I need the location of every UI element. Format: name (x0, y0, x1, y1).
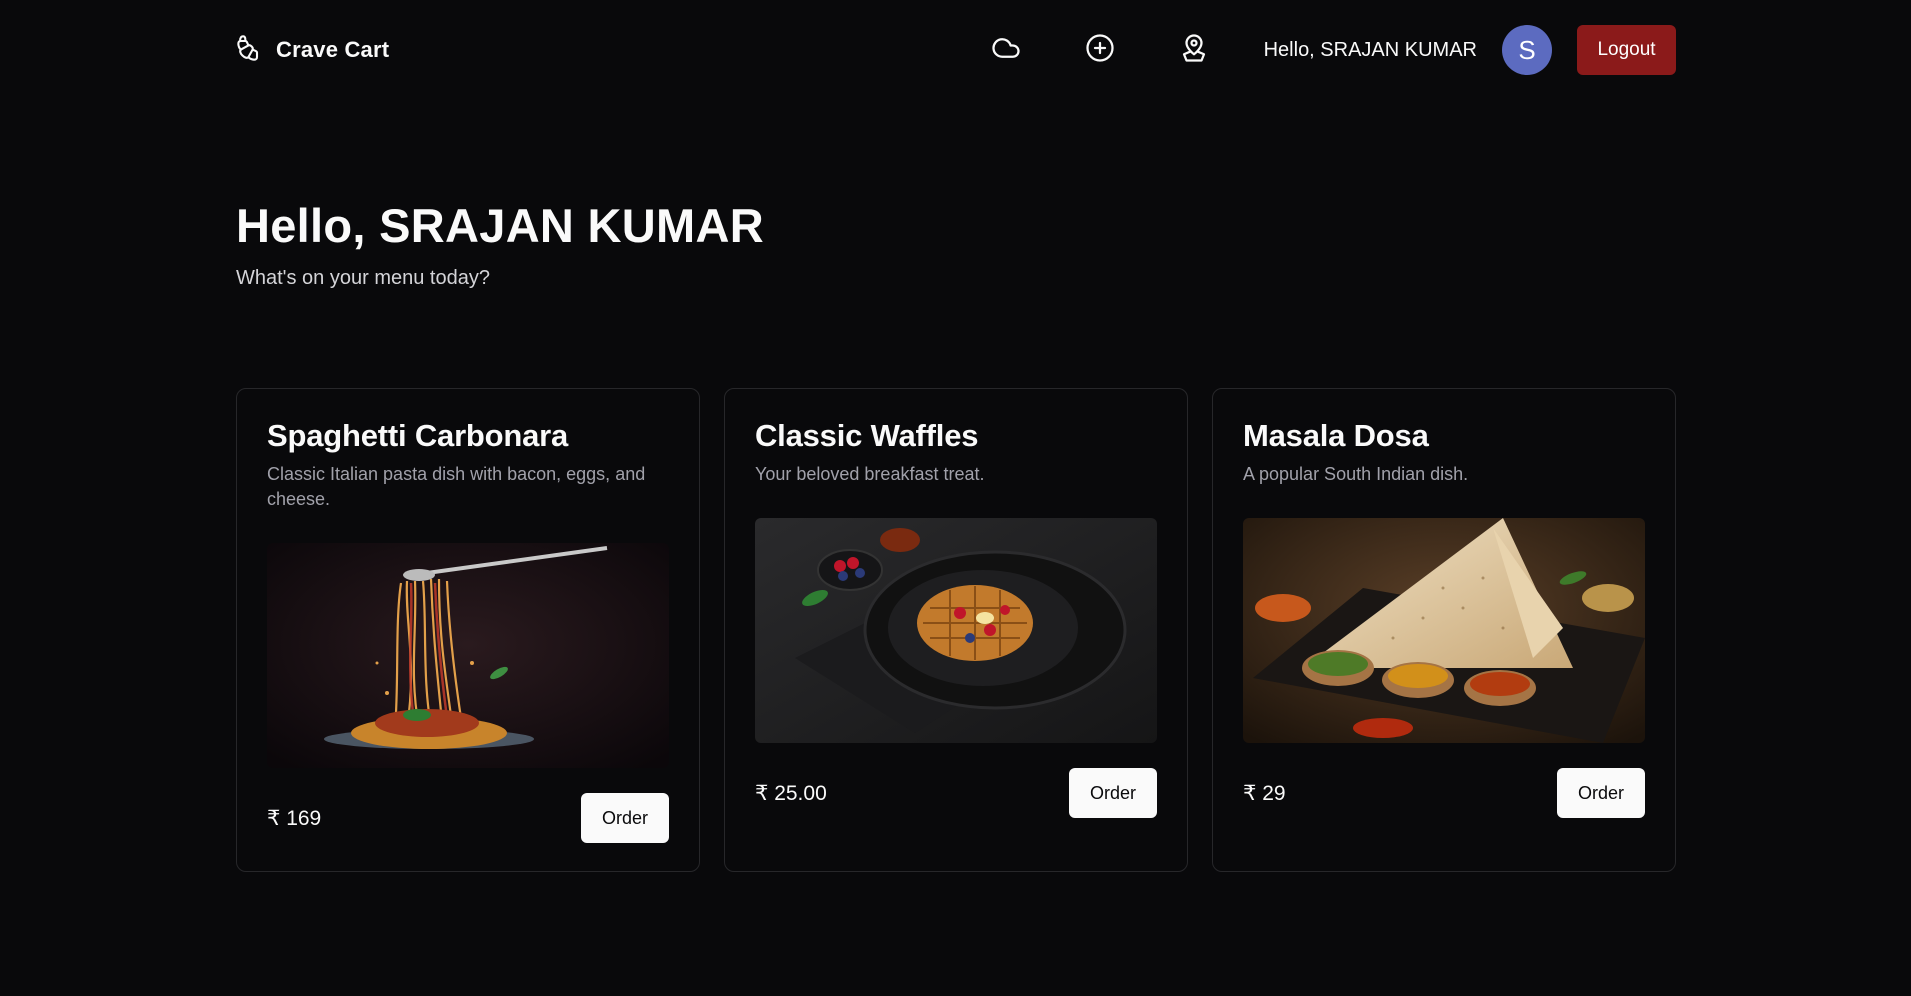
food-image (267, 543, 669, 768)
plus-circle-icon (1085, 33, 1115, 68)
add-item-button[interactable] (1076, 26, 1124, 74)
user-greeting: Hello, SRAJAN KUMAR (1263, 38, 1477, 61)
price-label: ₹ 29 (1243, 781, 1286, 805)
card-title: Spaghetti Carbonara (267, 418, 569, 453)
card-description: Classic Italian pasta dish with bacon, e… (267, 464, 646, 509)
order-button[interactable]: Order (1069, 768, 1157, 818)
navbar: Crave Cart Hello, SRAJAN KUMAR S Logout (236, 0, 1676, 100)
menu-card: Masala Dosa A popular South Indian dish. (1212, 388, 1676, 872)
food-image (1243, 518, 1645, 743)
price-label: ₹ 169 (267, 806, 322, 830)
menu-card: Spaghetti Carbonara Classic Italian past… (236, 388, 700, 872)
logout-button[interactable]: Logout (1577, 25, 1676, 75)
cloud-button[interactable] (982, 26, 1030, 74)
card-footer: ₹ 25.00 Order (755, 768, 1157, 818)
avatar-initial: S (1518, 34, 1536, 65)
avatar[interactable]: S (1502, 25, 1552, 75)
order-button[interactable]: Order (1557, 768, 1645, 818)
croissant-icon (236, 34, 264, 67)
cloud-icon (991, 33, 1021, 68)
location-button[interactable] (1170, 26, 1218, 74)
price-label: ₹ 25.00 (755, 781, 827, 805)
brand-link[interactable]: Crave Cart (236, 34, 389, 67)
nav-actions: Hello, SRAJAN KUMAR S Logout (982, 25, 1676, 75)
card-description: A popular South Indian dish. (1243, 464, 1469, 484)
card-title: Classic Waffles (755, 418, 979, 453)
card-title: Masala Dosa (1243, 418, 1429, 453)
menu-cards: Spaghetti Carbonara Classic Italian past… (236, 388, 1676, 872)
page-container: Crave Cart Hello, SRAJAN KUMAR S Logout … (236, 0, 1676, 872)
page-title: Hello, SRAJAN KUMAR (236, 199, 764, 252)
card-description: Your beloved breakfast treat. (755, 464, 985, 484)
card-footer: ₹ 29 Order (1243, 768, 1645, 818)
brand-name: Crave Cart (276, 37, 390, 62)
food-image (755, 518, 1157, 743)
card-footer: ₹ 169 Order (267, 793, 669, 843)
page-subtitle: What's on your menu today? (236, 267, 490, 289)
menu-card: Classic Waffles Your beloved breakfast t… (724, 388, 1188, 872)
hero-section: Hello, SRAJAN KUMAR What's on your menu … (236, 198, 1676, 290)
map-pin-icon (1179, 33, 1209, 68)
order-button[interactable]: Order (581, 793, 669, 843)
